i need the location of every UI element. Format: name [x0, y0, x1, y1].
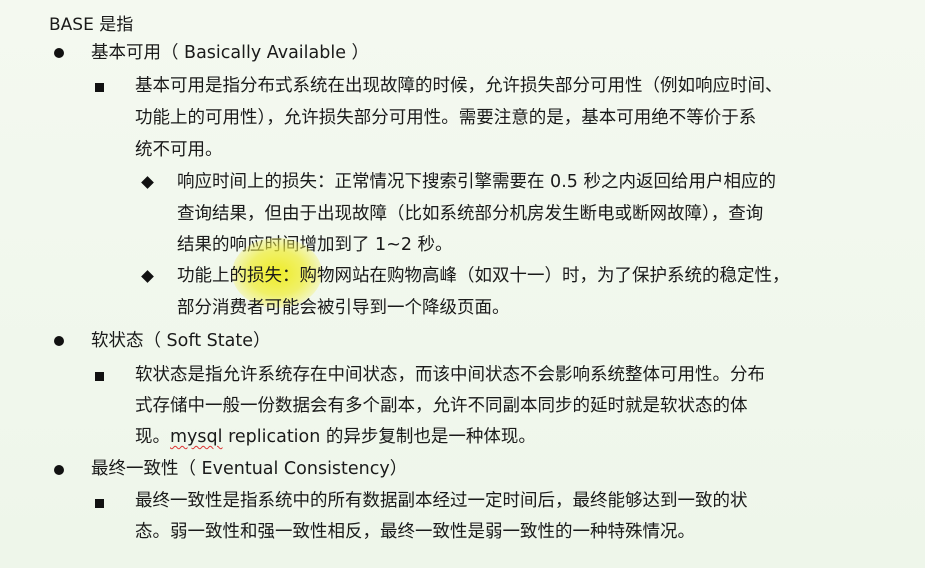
body-line: 态。弱一致性和强一致性相反，最终一致性是弱一致性的一种特殊情况。 [135, 522, 695, 542]
sub-item-line: 查询结果，但由于出现故障（比如系统部分机房发生断电或断网故障），查询 [177, 204, 764, 224]
bullet-dot-icon [54, 48, 64, 58]
body-line: 功能上的可用性），允许损失部分可用性。需要注意的是，基本可用绝不等价于系 [135, 108, 757, 128]
body-line: 最终一致性是指系统中的所有数据副本经过一定时间后，最终能够达到一致的状 [135, 491, 748, 511]
body-line: 式存储中一般一份数据会有多个副本，允许不同副本同步的延时就是软状态的体 [135, 396, 748, 416]
spellcheck-marked-word: mysql [170, 427, 223, 447]
body-line: 基本可用是指分布式系统在出现故障的时候，允许损失部分可用性（例如响应时间、 [135, 76, 783, 96]
sub-item-line: 部分消费者可能会被引导到一个降级页面。 [177, 298, 510, 318]
bullet-square-icon [95, 83, 104, 92]
bullet-diamond-icon [141, 270, 154, 283]
sub-item-line: 响应时间上的损失：正常情况下搜索引擎需要在 0.5 秒之内返回给用户相应的 [177, 172, 776, 192]
sub-item-line: 功能上的损失：购物网站在购物高峰（如双十一）时，为了保护系统的稳定性， [177, 266, 790, 286]
bullet-dot-icon [54, 336, 64, 346]
bullet-dot-icon [54, 465, 64, 475]
bullet-square-icon [95, 499, 104, 508]
bullet-square-icon [95, 372, 104, 381]
body-line: 现。mysql replication 的异步复制也是一种体现。 [135, 422, 536, 453]
bullet-diamond-icon [141, 176, 154, 189]
section-heading-basically-available: 基本可用（ Basically Available ） [91, 43, 370, 63]
body-line: 软状态是指允许系统存在中间状态，而该中间状态不会影响系统整体可用性。分布 [135, 365, 765, 385]
body-text: replication 的异步复制也是一种体现。 [222, 427, 536, 447]
section-heading-eventual-consistency: 最终一致性（ Eventual Consistency） [91, 459, 408, 479]
sub-item-line: 结果的响应时间增加到了 1~2 秒。 [177, 235, 453, 255]
body-text: 现。 [135, 427, 170, 447]
document-page: BASE 是指 基本可用（ Basically Available ） 基本可用… [0, 0, 925, 568]
body-line: 统不可用。 [135, 140, 223, 160]
section-heading-soft-state: 软状态（ Soft State） [91, 331, 271, 351]
page-title: BASE 是指 [49, 15, 134, 35]
